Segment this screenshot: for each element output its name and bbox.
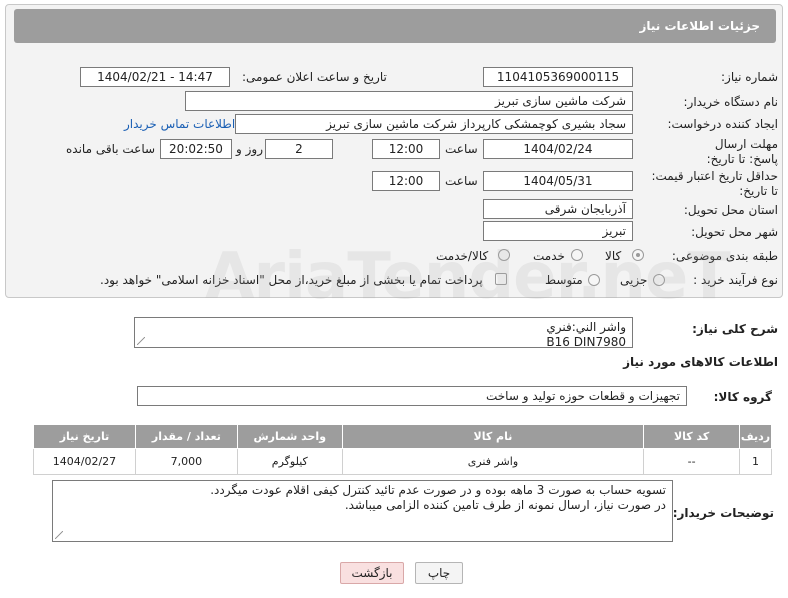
cell-unit: کیلوگرم (236, 448, 343, 475)
col-date: تاریخ نیاز (33, 424, 136, 449)
goods-group-label: گروه کالا: (713, 390, 772, 404)
remaining-label: ساعت باقی مانده (66, 142, 156, 156)
city-field: تبریز (483, 221, 633, 241)
table-header-row: ردیف کد کالا نام کالا واحد شمارش تعداد /… (33, 424, 772, 449)
city-label: شهر محل تحویل: (691, 225, 778, 239)
deadline-label: مهلت ارسال پاسخ: تا تاریخ: (706, 137, 778, 166)
deadline-date-field: 1404/02/24 (483, 139, 633, 159)
description-box: واشر الني:فنري B16 DIN7980 (134, 317, 633, 349)
resize-grip-icon[interactable] (137, 337, 145, 345)
need-number-label: شماره نیاز: (721, 70, 778, 84)
deadline-time-label: ساعت (445, 142, 478, 156)
buyer-notes-label: توضیحات خریدار: (672, 506, 774, 520)
col-unit: واحد شمارش (236, 424, 343, 449)
resize-grip-icon[interactable] (55, 531, 63, 539)
province-label: استان محل تحویل: (683, 203, 778, 217)
items-table: ردیف کد کالا نام کالا واحد شمارش تعداد /… (33, 424, 772, 475)
cell-code: -- (643, 448, 741, 475)
contact-info-link[interactable]: اطلاعات تماس خریدار (124, 117, 235, 131)
announce-field: 1404/02/21 - 14:47 (80, 67, 230, 87)
min-price-time-field: 12:00 (372, 171, 440, 191)
buyer-org-label: نام دستگاه خریدار: (683, 95, 779, 109)
back-button[interactable]: بازگشت (340, 562, 404, 584)
buyer-org-field: شرکت ماشین سازی تبریز (185, 91, 633, 111)
goods-section-title: اطلاعات کالاهای مورد نیاز (623, 355, 778, 369)
remaining-time-field: 20:02:50 (160, 139, 232, 159)
col-row: ردیف (739, 424, 772, 449)
cell-name: واشر فنری (341, 448, 645, 475)
table-row[interactable]: 1 -- واشر فنری کیلوگرم 7,000 1404/02/27 (33, 448, 772, 475)
description-line-1: واشر الني:فنري (546, 320, 626, 334)
goods-group-field: تجهیزات و قطعات حوزه تولید و ساخت (137, 386, 687, 406)
cell-date: 1404/02/27 (33, 448, 136, 475)
province-field: آذربایجان شرقی (483, 199, 633, 219)
days-field: 2 (265, 139, 333, 159)
announce-label: تاریخ و ساعت اعلان عمومی: (242, 70, 387, 84)
cell-quantity: 7,000 (134, 448, 238, 475)
col-name: نام کالا (341, 424, 645, 449)
days-label: روز و (236, 142, 263, 156)
buyer-notes-line-1: تسویه حساب به صورت 3 ماهه بوده و در صورت… (210, 483, 666, 497)
description-line-2: B16 DIN7980 (546, 335, 626, 349)
buyer-notes-line-2: در صورت نیاز، ارسال نمونه از طرف تامین ک… (344, 498, 666, 512)
min-price-label: حداقل تاریخ اعتبار قیمت: تا تاریخ: (651, 169, 778, 198)
col-quantity: تعداد / مقدار (134, 424, 238, 449)
deadline-time-field: 12:00 (372, 139, 440, 159)
buyer-notes-box: تسویه حساب به صورت 3 ماهه بوده و در صورت… (52, 480, 673, 542)
col-code: کد کالا (643, 424, 741, 449)
creator-label: ایجاد کننده درخواست: (667, 117, 778, 131)
min-price-time-label: ساعت (445, 174, 478, 188)
page-title: جزئیات اطلاعات نیاز (14, 9, 776, 43)
cell-row: 1 (739, 448, 772, 475)
creator-field: سجاد بشیری کوچمشکی کارپرداز شرکت ماشین س… (235, 114, 633, 134)
description-label: شرح کلی نیاز: (692, 322, 778, 336)
min-price-date-field: 1404/05/31 (483, 171, 633, 191)
need-number-field: 1104105369000115 (483, 67, 633, 87)
print-button[interactable]: چاپ (415, 562, 463, 584)
